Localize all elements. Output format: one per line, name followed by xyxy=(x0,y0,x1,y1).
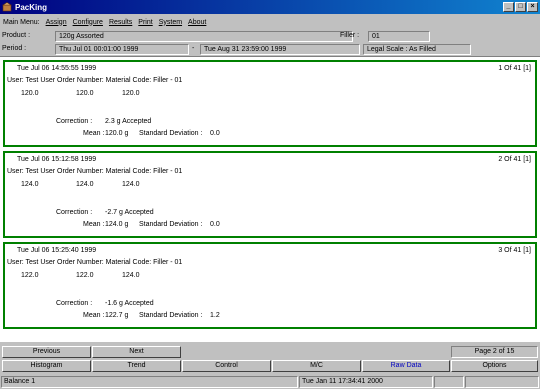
menu-item-system[interactable]: System xyxy=(159,19,182,26)
status-bar: Balance 1 Tue Jan 11 17:34:41 2000 xyxy=(0,375,540,389)
mean-value: 124.0 g xyxy=(105,221,129,228)
product-row: Product : 120g Assorted Filler : 01 xyxy=(0,30,540,43)
period-end-field: Tue Aug 31 23:59:00 1999 xyxy=(200,44,360,55)
record-weight: 120.0 xyxy=(76,90,94,97)
tab-options[interactable]: Options xyxy=(451,360,538,372)
menu-item-assign[interactable]: Assign xyxy=(46,19,67,26)
period-start-field: Thu Jul 01 00:01:00 1999 xyxy=(55,44,189,55)
record-weight: 120.0 xyxy=(21,90,39,97)
record-info: User: Test User Order Number: Material C… xyxy=(7,77,183,84)
correction-label: Correction : xyxy=(56,118,93,125)
view-tab-bar: Histogram Trend Control M/C Raw Data Opt… xyxy=(0,360,540,372)
maximize-icon[interactable]: □ xyxy=(515,2,526,12)
tab-trend[interactable]: Trend xyxy=(92,360,181,372)
record-info: User: Test User Order Number: Material C… xyxy=(7,168,183,175)
record-index: 3 Of 41 [1] xyxy=(498,247,531,254)
std-dev-value: 0.0 xyxy=(210,221,220,228)
tab-mc[interactable]: M/C xyxy=(272,360,361,372)
mean-value: 120.0 g xyxy=(105,130,129,137)
tab-control[interactable]: Control xyxy=(182,360,271,372)
raw-data-panel: Tue Jul 06 14:55:55 1999 1 Of 41 [1] Use… xyxy=(0,56,540,342)
menu-item-print[interactable]: Print xyxy=(138,19,152,26)
close-icon[interactable]: × xyxy=(527,2,538,12)
record-card: Tue Jul 06 15:12:58 1999 2 Of 41 [1] Use… xyxy=(3,151,537,238)
title-bar: PacKing _ □ × xyxy=(0,0,540,14)
filler-label: Filler : xyxy=(340,32,360,39)
mean-label: Mean : xyxy=(83,221,105,228)
previous-button[interactable]: Previous xyxy=(2,346,91,358)
record-index: 1 Of 41 [1] xyxy=(498,65,531,72)
minimize-icon[interactable]: _ xyxy=(503,2,514,12)
status-panel-empty xyxy=(465,376,539,388)
filler-field: 01 xyxy=(368,31,430,42)
record-weight: 124.0 xyxy=(122,272,140,279)
correction-value: -1.6 g Accepted xyxy=(105,300,154,307)
window-title: PacKing xyxy=(15,2,48,12)
record-weight: 122.0 xyxy=(21,272,39,279)
menu-item-configure[interactable]: Configure xyxy=(73,19,103,26)
product-label: Product : xyxy=(2,32,31,39)
status-panel-empty xyxy=(434,376,464,388)
correction-value: 2.3 g Accepted xyxy=(105,118,152,125)
std-dev-value: 0.0 xyxy=(210,130,220,137)
std-dev-label: Standard Deviation : xyxy=(139,130,203,137)
correction-label: Correction : xyxy=(56,209,93,216)
page-indicator: Page 2 of 15 xyxy=(451,346,538,358)
period-row: Period : Thu Jul 01 00:01:00 1999 - Tue … xyxy=(0,43,540,56)
record-weight: 124.0 xyxy=(21,181,39,188)
std-dev-value: 1.2 xyxy=(210,312,220,319)
menu-item-about[interactable]: About xyxy=(188,19,206,26)
record-info: User: Test User Order Number: Material C… xyxy=(7,259,183,266)
product-field: 120g Assorted xyxy=(55,31,353,42)
std-dev-label: Standard Deviation : xyxy=(139,312,203,319)
status-datetime: Tue Jan 11 17:34:41 2000 xyxy=(299,376,433,388)
record-card: Tue Jul 06 15:25:40 1999 3 Of 41 [1] Use… xyxy=(3,242,537,329)
correction-value: -2.7 g Accepted xyxy=(105,209,154,216)
next-button[interactable]: Next xyxy=(92,346,181,358)
mean-label: Mean : xyxy=(83,312,105,319)
status-balance: Balance 1 xyxy=(1,376,298,388)
std-dev-label: Standard Deviation : xyxy=(139,221,203,228)
record-index: 2 Of 41 [1] xyxy=(498,156,531,163)
record-timestamp: Tue Jul 06 14:55:55 1999 xyxy=(17,65,97,72)
record-weight: 124.0 xyxy=(76,181,94,188)
tab-histogram[interactable]: Histogram xyxy=(2,360,91,372)
tab-raw-data[interactable]: Raw Data xyxy=(362,360,450,372)
menu-prefix-label: Main Menu: xyxy=(3,18,40,26)
correction-label: Correction : xyxy=(56,300,93,307)
mean-label: Mean : xyxy=(83,130,105,137)
period-separator: - xyxy=(192,45,195,52)
record-weight: 122.0 xyxy=(76,272,94,279)
legal-scale-field: Legal Scale : As Filled xyxy=(363,44,471,55)
period-label: Period : xyxy=(2,45,27,52)
menu-item-results[interactable]: Results xyxy=(109,19,132,26)
menu-bar: Main Menu: Assign Configure Results Prin… xyxy=(0,14,540,30)
record-weight: 124.0 xyxy=(122,181,140,188)
mean-value: 122.7 g xyxy=(105,312,129,319)
record-card: Tue Jul 06 14:55:55 1999 1 Of 41 [1] Use… xyxy=(3,60,537,147)
record-weight: 120.0 xyxy=(122,90,140,97)
packing-app-icon xyxy=(2,2,12,12)
record-timestamp: Tue Jul 06 15:12:58 1999 xyxy=(17,156,97,163)
navigation-bar: Previous Next Page 2 of 15 xyxy=(0,346,540,358)
record-timestamp: Tue Jul 06 15:25:40 1999 xyxy=(17,247,97,254)
